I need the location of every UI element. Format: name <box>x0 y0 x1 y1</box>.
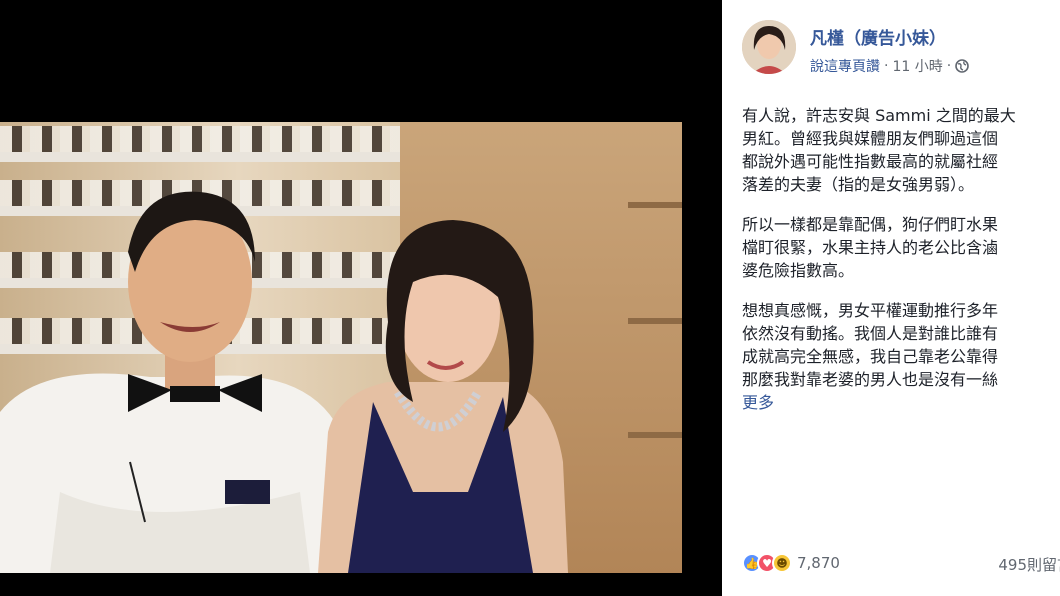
post-panel: 凡槿（廣告小妹） 說這專頁讚 · 11 小時 · 有人說，許志安與 Sammi … <box>722 0 1060 596</box>
comment-count[interactable]: 495則留言 <box>998 554 1060 575</box>
avatar[interactable] <box>742 20 796 74</box>
globe-icon[interactable] <box>955 59 969 73</box>
media-viewer[interactable] <box>0 0 722 596</box>
shelf-board <box>0 152 400 162</box>
sub-page-link[interactable]: 說這專頁讚 <box>810 56 880 76</box>
post-paragraph: 所以一樣都是靠配偶，狗仔們盯水果 檔盯很緊，水果主持人的老公比含滷 婆危險指數高… <box>742 215 999 280</box>
haha-icon: ☻ <box>772 553 792 573</box>
wine-shelf <box>0 126 400 152</box>
meta-separator: · <box>946 58 952 74</box>
reaction-count[interactable]: 7,870 <box>797 554 840 572</box>
reactions-summary[interactable]: 👍 ♥ ☻ 7,870 <box>742 553 840 573</box>
meta-separator: · <box>884 58 889 74</box>
post-meta: 說這專頁讚 · 11 小時 · <box>810 56 969 76</box>
woman-figure <box>318 220 568 573</box>
post-paragraph: 有人說，許志安與 Sammi 之間的最大 男紅。曾經我與媒體朋友們聊過這個 都說… <box>742 106 1016 194</box>
see-more-link[interactable]: 更多 <box>742 391 1060 414</box>
man-figure <box>0 191 350 573</box>
post-body: 有人說，許志安與 Sammi 之間的最大 男紅。曾經我與媒體朋友們聊過這個 都說… <box>742 104 1060 414</box>
post-photo[interactable] <box>0 122 682 573</box>
author-name[interactable]: 凡槿（廣告小妹） <box>810 24 946 49</box>
post-timestamp[interactable]: 11 小時 <box>892 56 942 76</box>
post-paragraph: 想想真感慨，男女平權運動推行多年 依然沒有動搖。我個人是對誰比誰有 成就高完全無… <box>742 301 999 389</box>
avatar-image <box>742 20 796 74</box>
